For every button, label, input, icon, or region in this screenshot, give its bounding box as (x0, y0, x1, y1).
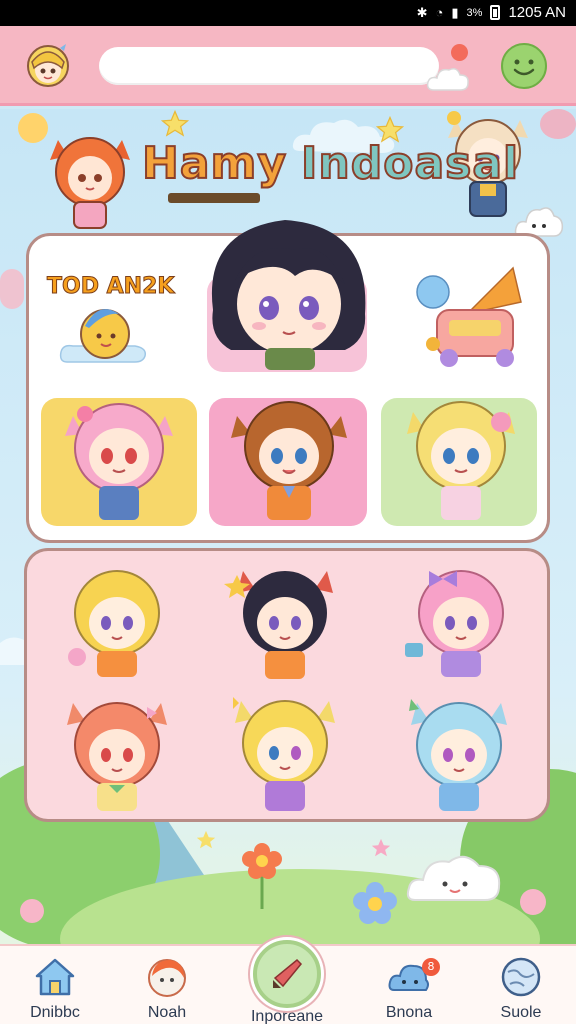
app-title: Hamy Indoasal (141, 137, 520, 190)
toy-castle-icon[interactable] (409, 262, 529, 372)
title-word-1: Hamy (141, 137, 288, 190)
battery-icon (490, 5, 501, 20)
smiley-button-icon[interactable] (500, 42, 548, 90)
flower-icon (520, 889, 546, 915)
wifi-icon: ◔ (435, 5, 444, 20)
character-blonde-hair-icon[interactable] (399, 386, 523, 526)
nav-label: Suole (500, 1004, 542, 1021)
character-brown-hair-icon[interactable] (227, 386, 351, 526)
subtitle-banner (168, 193, 260, 203)
signal-icon: ▮ (451, 4, 459, 20)
star-icon (160, 109, 190, 137)
character-redhead-cat-icon (50, 137, 130, 229)
flower-icon (0, 269, 24, 309)
nav-item-cloud[interactable]: 8 Bnona (354, 946, 464, 1024)
character-black-cat-icon[interactable] (223, 557, 347, 681)
title-word-2: Indoasal (300, 137, 520, 190)
featured-panel: TOD AN2K (26, 220, 550, 543)
character-icon (148, 959, 186, 997)
nav-label: Inporeane (250, 1008, 324, 1024)
house-icon (35, 958, 75, 996)
flower-icon (242, 843, 282, 909)
nav-item-globe[interactable]: Suole (466, 946, 576, 1024)
profile-avatar[interactable] (24, 40, 72, 90)
globe-icon (501, 957, 541, 997)
flower-icon (20, 899, 44, 923)
battery-percent: 3% (466, 6, 483, 19)
star-icon (371, 838, 391, 857)
character-pink-hair-icon[interactable] (59, 386, 179, 526)
brush-icon (273, 958, 303, 988)
create-button[interactable] (253, 940, 321, 1008)
status-bar: ✱ ◔ ▮ 3% 1205 AN (0, 0, 576, 26)
nav-label: Noah (147, 1004, 187, 1021)
notification-badge (451, 44, 468, 61)
flower-icon (540, 109, 576, 139)
bluetooth-icon: ✱ (416, 4, 428, 20)
character-yellow-hair-icon[interactable] (55, 559, 179, 679)
nav-badge: 8 (422, 958, 440, 976)
search-input[interactable] (99, 47, 439, 85)
character-orange-cat-icon[interactable] (55, 689, 179, 813)
status-time: 1205 AN (508, 4, 566, 21)
sun-cloud-icon[interactable] (59, 296, 149, 366)
cloud-icon (426, 68, 469, 91)
character-pink-bow-icon[interactable] (399, 559, 523, 679)
nav-item-home[interactable]: Dnibbc (0, 946, 110, 1024)
character-yellow-cat-icon[interactable] (223, 687, 347, 813)
character-blue-hair-icon[interactable] (397, 689, 521, 813)
cloud-character-icon (406, 855, 501, 901)
character-grid-panel (24, 548, 550, 822)
app-header (0, 26, 576, 106)
nav-label: Bnona (385, 1004, 433, 1021)
character-black-hair-icon[interactable] (195, 210, 381, 376)
flower-icon (353, 882, 397, 924)
nav-label: Dnibbc (30, 1004, 80, 1021)
nav-item-character[interactable]: Noah (112, 946, 222, 1024)
